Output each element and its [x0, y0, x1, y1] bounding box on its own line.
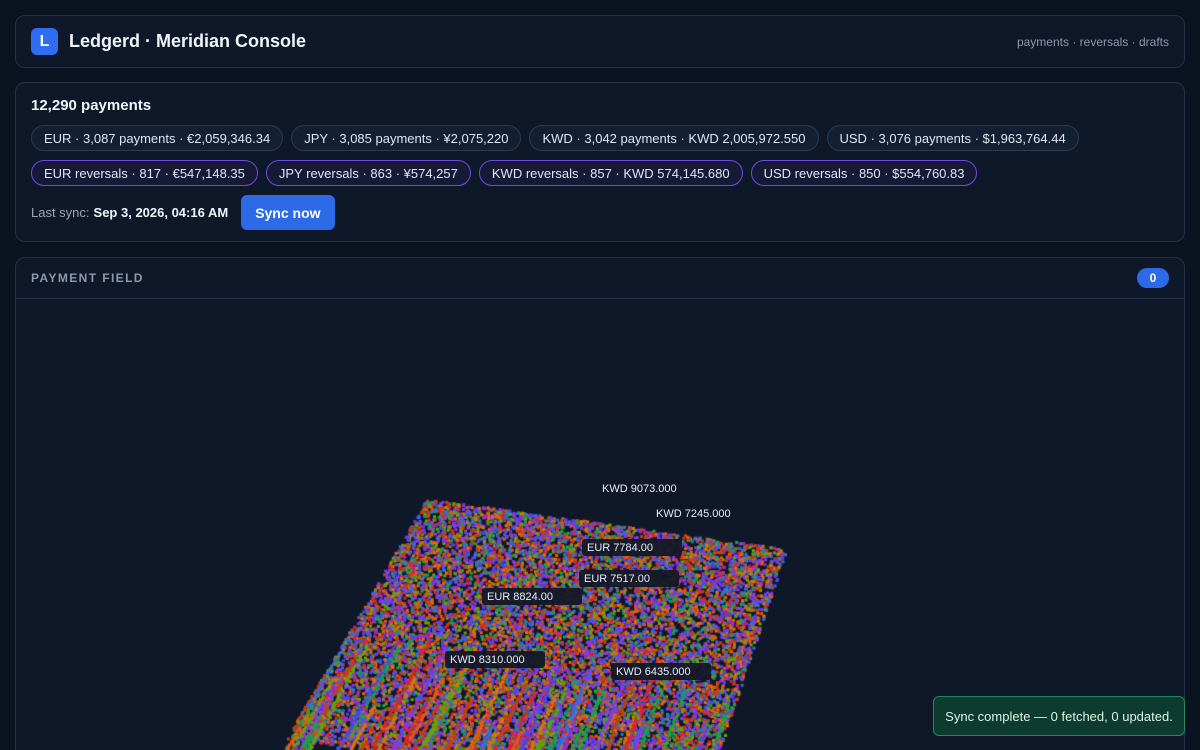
value-tag: KWD 8310.000 — [445, 651, 545, 668]
value-tag: EUR 8824.00 — [482, 588, 582, 605]
summary-panel: 12,290 payments EUR · 3,087 payments · €… — [15, 82, 1185, 242]
chip-usd-reversals[interactable]: USD reversals · 850 · $554,760.83 — [750, 160, 978, 186]
value-tag: EUR 7784.00 — [582, 539, 682, 556]
sync-row: Last sync: Sep 3, 2026, 04:16 AM Sync no… — [31, 195, 335, 230]
value-tag: KWD 6435.000 — [611, 663, 711, 680]
chip-kwd-reversals[interactable]: KWD reversals · 857 · KWD 574,145.680 — [478, 160, 743, 186]
app-header: L Ledgerd · Meridian Console payments · … — [15, 15, 1185, 68]
selection-count-badge: 0 — [1137, 268, 1169, 288]
value-tag: EUR 7517.00 — [579, 570, 679, 587]
chip-jpy-reversals[interactable]: JPY reversals · 863 · ¥574,257 — [265, 160, 471, 186]
payment-chips: EUR · 3,087 payments · €2,059,346.34 JPY… — [31, 125, 1079, 151]
payment-field-header: PAYMENT FIELD 0 — [16, 258, 1184, 299]
chip-eur-payments[interactable]: EUR · 3,087 payments · €2,059,346.34 — [31, 125, 284, 151]
app-title: Ledgerd · Meridian Console — [69, 31, 307, 51]
last-sync-time: Sep 3, 2026, 04:16 AM — [93, 205, 229, 220]
value-tag: KWD 7245.000 — [651, 505, 751, 522]
chip-usd-payments[interactable]: USD · 3,076 payments · $1,963,764.44 — [826, 125, 1079, 151]
chip-jpy-payments[interactable]: JPY · 3,085 payments · ¥2,075,220 — [291, 125, 522, 151]
last-sync-label: Last sync: — [31, 205, 90, 220]
chip-kwd-payments[interactable]: KWD · 3,042 payments · KWD 2,005,972.550 — [529, 125, 819, 151]
sync-now-button[interactable]: Sync now — [241, 195, 335, 230]
payment-field-canvas[interactable] — [16, 300, 1184, 750]
value-tag: KWD 9073.000 — [597, 480, 697, 497]
payment-field-panel: PAYMENT FIELD 0 KWD 9073.000 KWD 7245.00… — [15, 257, 1185, 750]
reversal-chips: EUR reversals · 817 · €547,148.35 JPY re… — [31, 160, 978, 186]
payment-field-title: PAYMENT FIELD — [31, 271, 144, 285]
header-nav: payments · reversals · drafts — [1016, 34, 1169, 49]
chip-eur-reversals[interactable]: EUR reversals · 817 · €547,148.35 — [31, 160, 258, 186]
sync-toast: Sync complete — 0 fetched, 0 updated. — [933, 696, 1185, 736]
app-logo: L — [31, 28, 58, 55]
payments-count-title: 12,290 payments — [31, 97, 152, 114]
